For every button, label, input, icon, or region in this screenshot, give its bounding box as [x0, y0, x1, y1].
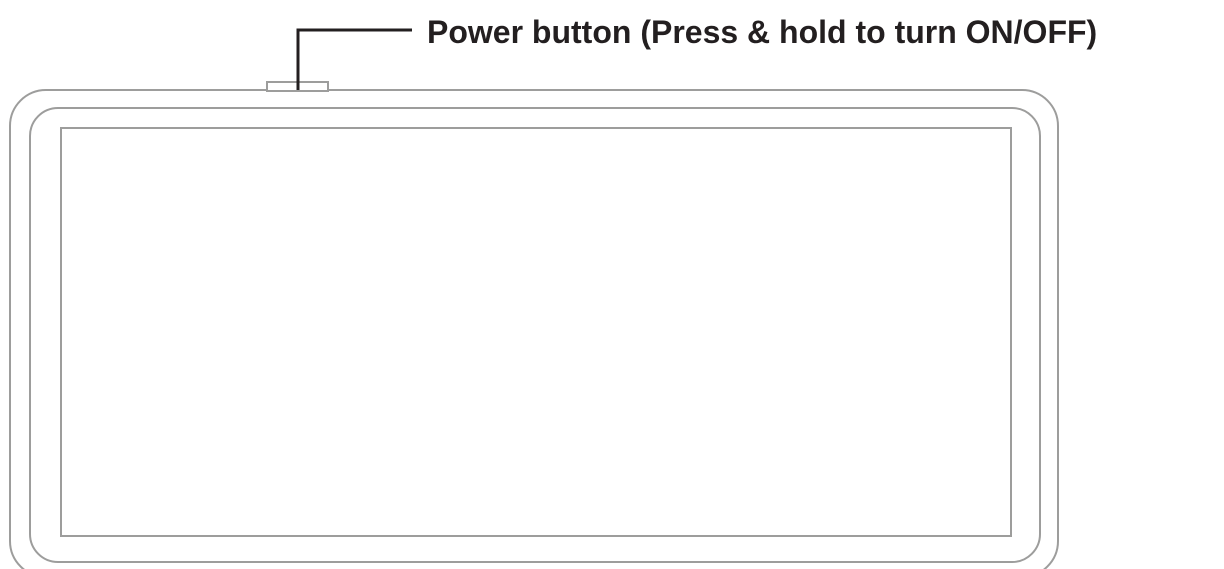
power-button-callout-label: Power button (Press & hold to turn ON/OF…: [427, 14, 1098, 50]
device-outer-body: [9, 89, 1059, 569]
device-screen: [60, 127, 1012, 537]
device-diagram: [9, 28, 1059, 569]
device-inner-bezel: [29, 107, 1041, 563]
